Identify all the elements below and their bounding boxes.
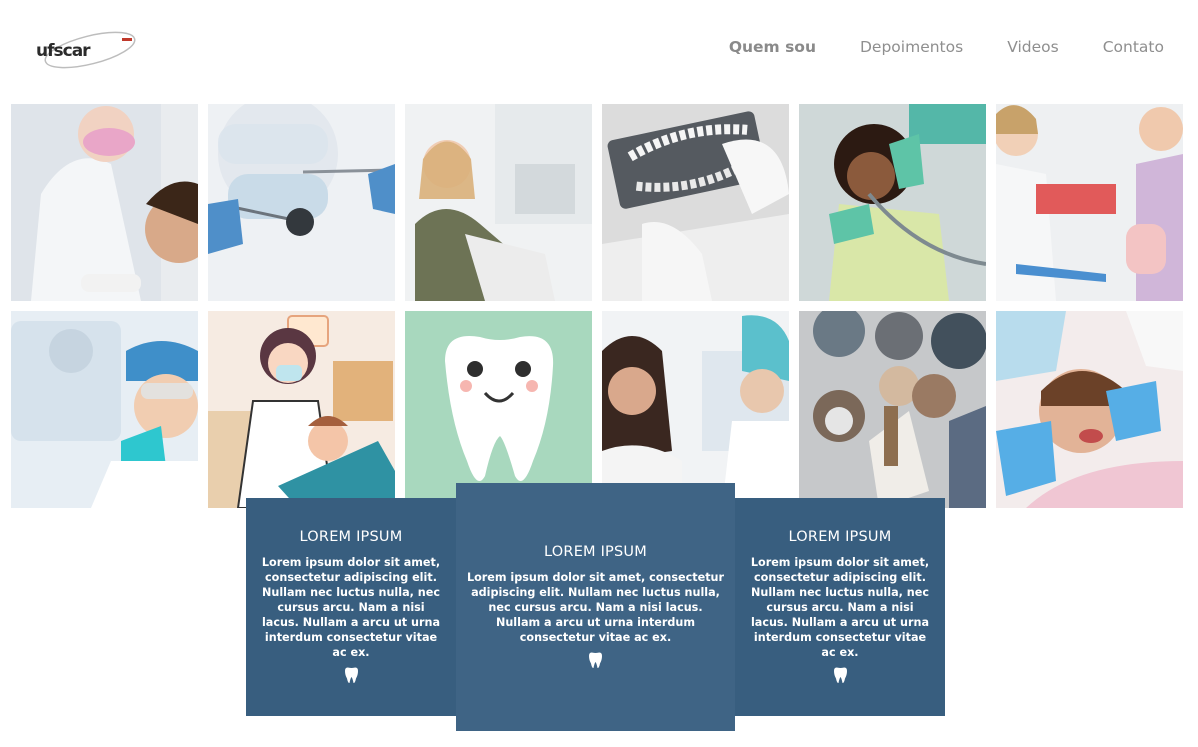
gallery-image-dentist-with-patient[interactable]: [11, 104, 198, 301]
tooth-icon: [833, 667, 847, 684]
gallery-image-smiling-patient[interactable]: [405, 104, 592, 301]
nav-videos[interactable]: Videos: [1007, 38, 1059, 56]
gallery-image-tooth-cartoon[interactable]: [405, 311, 592, 508]
card-title: LOREM IPSUM: [299, 529, 403, 545]
card-title: LOREM IPSUM: [788, 529, 892, 545]
gallery-image-child-treatment[interactable]: [799, 104, 986, 301]
gallery-image-dentist-with-boy[interactable]: [996, 104, 1183, 301]
card-title: LOREM IPSUM: [544, 544, 647, 560]
tooth-icon: [344, 667, 358, 684]
nav-contato[interactable]: Contato: [1103, 38, 1164, 56]
tooth-icon: [589, 652, 602, 669]
feature-card-center: LOREM IPSUM Lorem ipsum dolor sit amet, …: [456, 483, 735, 731]
gallery-image-boy-in-chair[interactable]: [996, 311, 1183, 508]
gallery-image-dental-xray[interactable]: [602, 104, 789, 301]
svg-text:ufscar: ufscar: [36, 41, 91, 61]
card-text: Lorem ipsum dolor sit amet, consectetur …: [750, 556, 930, 659]
feature-card-right: LOREM IPSUM Lorem ipsum dolor sit amet, …: [735, 498, 945, 716]
nav-quem-sou[interactable]: Quem sou: [729, 38, 816, 56]
gallery-image-smiling-assistant[interactable]: [11, 311, 198, 508]
main-nav: Quem sou Depoimentos Videos Contato: [729, 38, 1164, 56]
site-header: ufscar Quem sou Depoimentos Videos Conta…: [0, 0, 1198, 100]
card-text: Lorem ipsum dolor sit amet, consectetur …: [261, 556, 441, 659]
nav-depoimentos[interactable]: Depoimentos: [860, 38, 963, 56]
gallery-image-dental-tools[interactable]: [208, 104, 395, 301]
feature-card-left: LOREM IPSUM Lorem ipsum dolor sit amet, …: [246, 498, 456, 716]
card-text: Lorem ipsum dolor sit amet, consectetur …: [466, 571, 725, 644]
gallery-image-dentists-looking-down[interactable]: [799, 311, 986, 508]
gallery-image-dentist-cartoon[interactable]: [208, 311, 395, 508]
ufscar-logo[interactable]: ufscar: [34, 28, 138, 70]
gallery-image-smiling-woman[interactable]: [602, 311, 789, 508]
